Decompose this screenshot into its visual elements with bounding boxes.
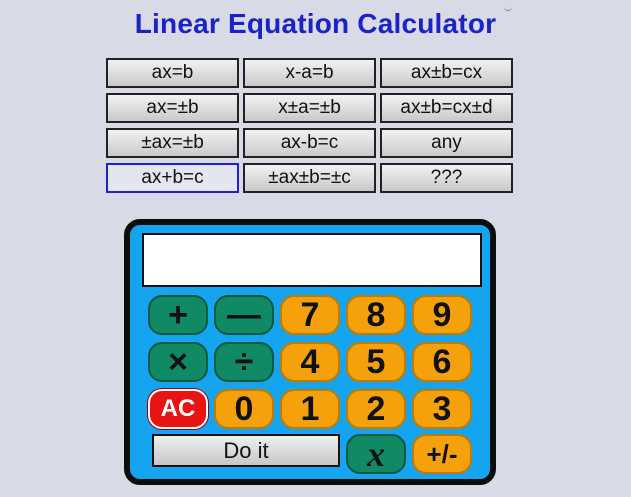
- nine-key[interactable]: 9: [412, 295, 472, 335]
- five-key[interactable]: 5: [346, 342, 406, 382]
- equation-type-grid: ax=b x-a=b ax±b=cx ax=±b x±a=±b ax±b=cx±…: [106, 58, 513, 193]
- clear-key[interactable]: AC: [148, 389, 208, 429]
- type-x-minus-a-button[interactable]: x-a=b: [243, 58, 376, 88]
- type-ax-pm-b-eq-cx-pm-d-button[interactable]: ax±b=cx±d: [380, 93, 513, 123]
- six-key[interactable]: 6: [412, 342, 472, 382]
- three-key[interactable]: 3: [412, 389, 472, 429]
- type-pm-ax-pm-b-button[interactable]: ±ax±b=±c: [243, 163, 376, 193]
- type-x-pm-a-button[interactable]: x±a=±b: [243, 93, 376, 123]
- variable-x-key[interactable]: x: [346, 434, 406, 474]
- type-any-button[interactable]: any: [380, 128, 513, 158]
- plus-key[interactable]: +: [148, 295, 208, 335]
- divide-key[interactable]: ÷: [214, 342, 274, 382]
- type-ax-minus-b-button[interactable]: ax-b=c: [243, 128, 376, 158]
- one-key[interactable]: 1: [280, 389, 340, 429]
- calculator: + — 7 8 9 × ÷ 4 5 6 AC 0 1 2 3 Do it x +…: [124, 219, 496, 485]
- type-ax-pm-b-eq-cx-button[interactable]: ax±b=cx: [380, 58, 513, 88]
- calculator-display[interactable]: [142, 233, 482, 287]
- eight-key[interactable]: 8: [346, 295, 406, 335]
- zero-key[interactable]: 0: [214, 389, 274, 429]
- page-title: Linear Equation Calculator: [134, 8, 497, 39]
- type-ax-plus-b-button[interactable]: ax+b=c: [106, 163, 239, 193]
- seven-key[interactable]: 7: [280, 295, 340, 335]
- times-key[interactable]: ×: [148, 342, 208, 382]
- plus-minus-key[interactable]: +/-: [412, 434, 472, 474]
- minus-key[interactable]: —: [214, 295, 274, 335]
- type-unknown-button[interactable]: ???: [380, 163, 513, 193]
- type-ax-eq-pm-b-button[interactable]: ax=±b: [106, 93, 239, 123]
- type-ax-eq-b-button[interactable]: ax=b: [106, 58, 239, 88]
- two-key[interactable]: 2: [346, 389, 406, 429]
- four-key[interactable]: 4: [280, 342, 340, 382]
- type-pm-ax-eq-pm-b-button[interactable]: ±ax=±b: [106, 128, 239, 158]
- do-it-button[interactable]: Do it: [152, 434, 340, 467]
